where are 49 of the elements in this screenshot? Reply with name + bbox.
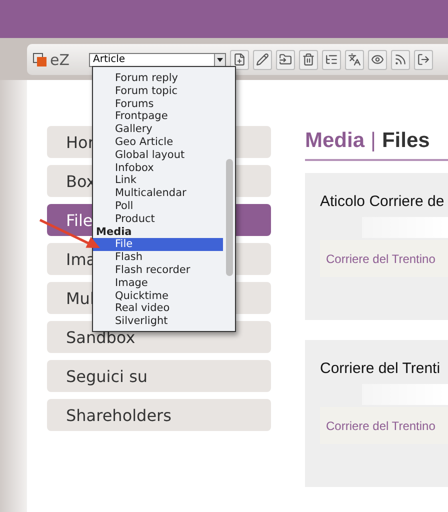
scrollbar-thumb[interactable] — [226, 159, 232, 276]
move-icon — [279, 53, 292, 66]
sidebar-item[interactable]: Shareholders — [47, 399, 271, 431]
translate-button[interactable] — [345, 50, 364, 70]
export-button[interactable] — [414, 50, 433, 70]
rss-icon — [394, 53, 407, 66]
file-link[interactable]: Corriere del Trentino — [326, 418, 436, 432]
rss-button[interactable] — [391, 50, 410, 70]
list-icon — [325, 53, 338, 66]
pencil-icon — [256, 53, 269, 66]
dropdown-option[interactable]: Flash — [93, 251, 223, 264]
dropdown-option[interactable]: Poll — [93, 200, 223, 213]
list-button[interactable] — [322, 50, 341, 70]
dropdown-option[interactable]: Forum topic — [93, 84, 223, 98]
dropdown-option[interactable]: Quicktime — [93, 290, 223, 302]
eye-icon — [371, 53, 384, 66]
card-title: Aticolo Corriere de — [319, 193, 446, 210]
trash-icon — [302, 53, 315, 66]
export-icon — [417, 53, 430, 66]
class-select[interactable]: Article — [89, 52, 226, 66]
card-title: Corriere del Trenti — [319, 360, 442, 377]
page-heading: Media | Files — [305, 129, 448, 161]
dropdown-option[interactable]: Link — [93, 174, 223, 188]
dropdown-option[interactable]: Gallery — [93, 123, 223, 136]
file-link[interactable]: Corriere del Trentino — [326, 252, 436, 266]
logo-text: eZ — [50, 50, 70, 68]
option-group-label: Media — [95, 226, 133, 238]
move-button[interactable] — [276, 50, 295, 70]
dropdown-option[interactable]: Infobox — [93, 162, 223, 174]
dropdown-option[interactable]: Real video — [93, 302, 223, 316]
dropdown-option[interactable]: Product — [93, 212, 223, 226]
trash-button[interactable] — [299, 50, 318, 70]
dropdown-option[interactable]: Flash recorder — [93, 264, 223, 277]
dropdown-option[interactable]: Multicalendar — [93, 187, 223, 200]
sidebar-item[interactable]: Seguici su — [47, 360, 271, 392]
new-page-button[interactable] — [230, 50, 249, 70]
dropdown-option[interactable]: Global layout — [93, 148, 223, 162]
dropdown-option[interactable]: Image — [93, 276, 223, 290]
dropdown-option[interactable]: Forums — [93, 98, 223, 110]
dropdown-option[interactable]: Forum reply — [93, 72, 223, 85]
dropdown-option[interactable]: Geo Article — [93, 136, 223, 149]
dropdown-option[interactable]: Frontpage — [93, 110, 223, 124]
translate-icon — [348, 53, 361, 66]
caret-icon — [217, 58, 223, 62]
dropdown-option[interactable]: File — [93, 238, 223, 252]
pencil-button[interactable] — [253, 50, 272, 70]
new-page-icon — [233, 53, 246, 66]
logo-icon — [33, 52, 47, 66]
eye-button[interactable] — [368, 50, 387, 70]
